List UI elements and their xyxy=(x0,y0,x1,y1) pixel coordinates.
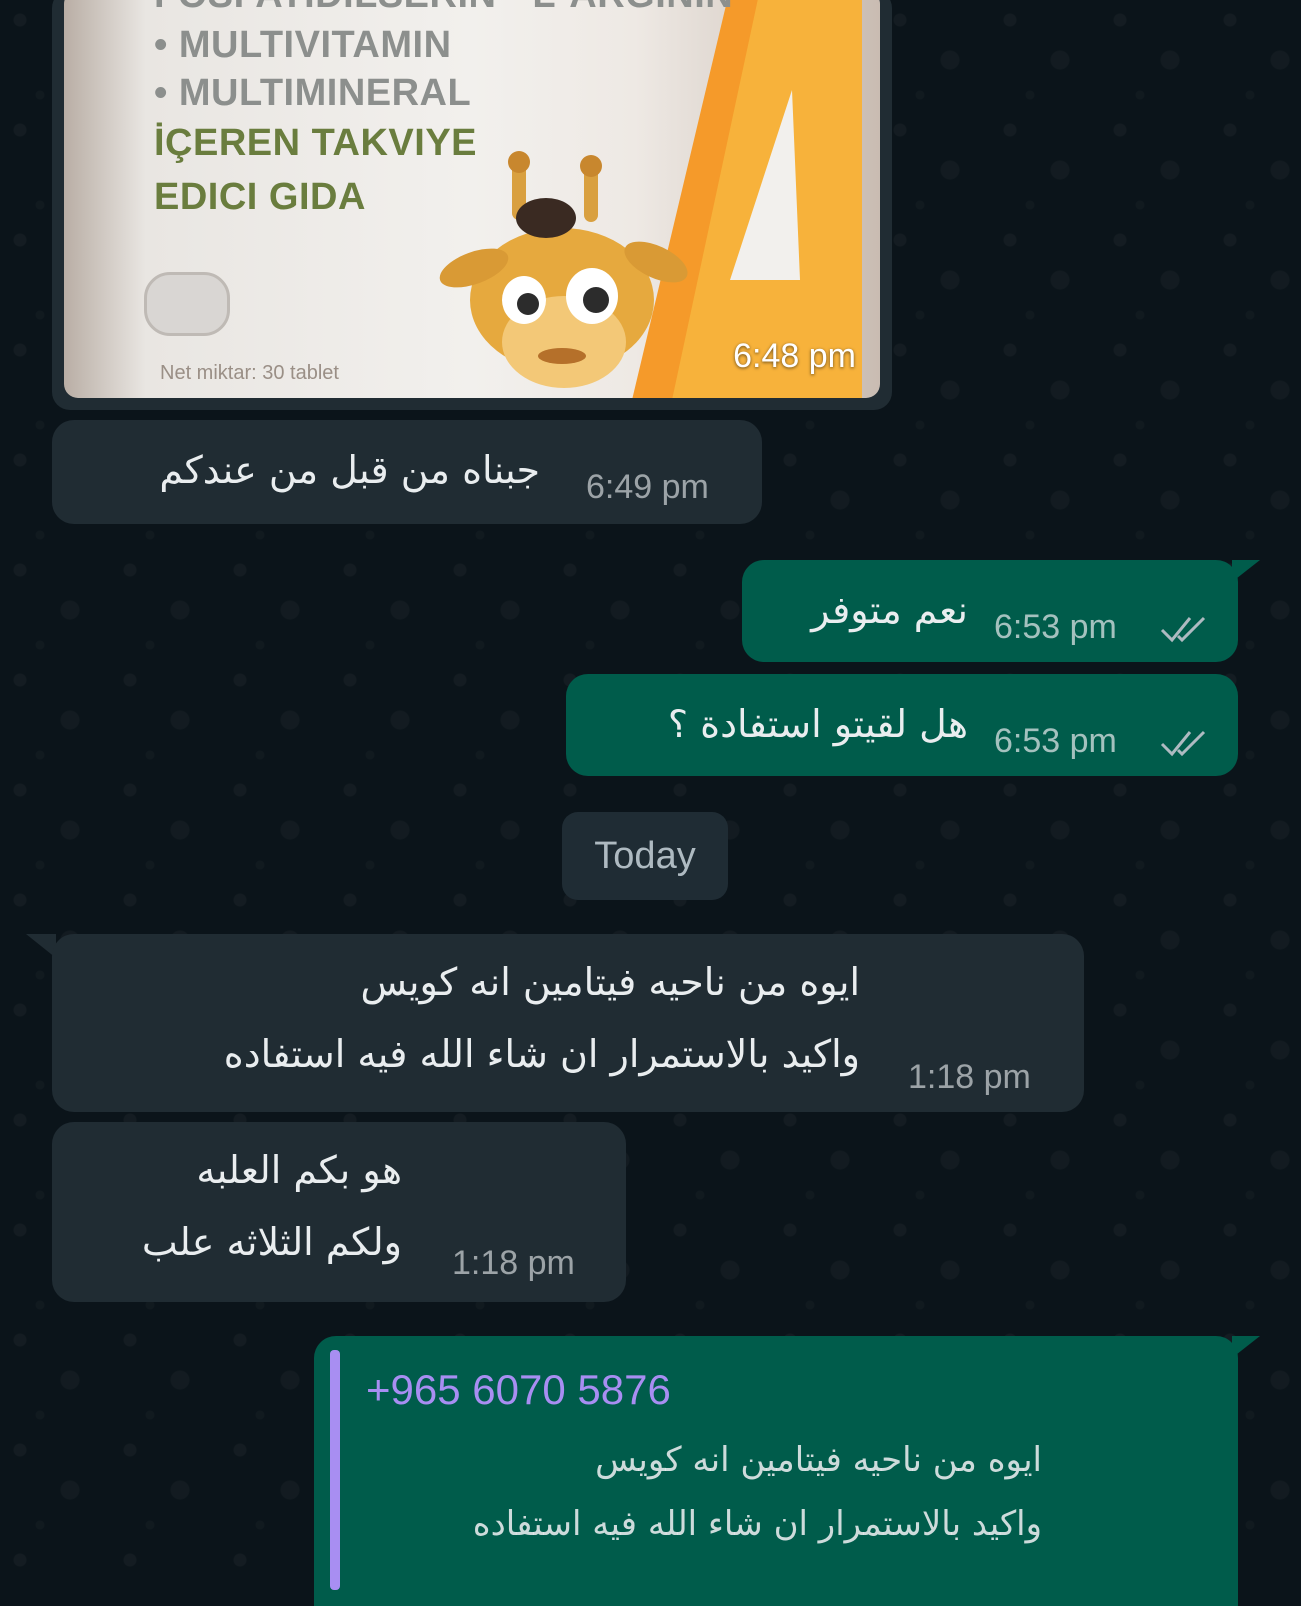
outgoing-message-bubble[interactable]: نعم متوفر 6:53 pm xyxy=(742,560,1238,662)
outgoing-bubble-tail xyxy=(1232,1336,1260,1358)
bottle-line-4: İÇEREN TAKVIYE xyxy=(154,122,478,164)
quoted-message-text[interactable]: ايوه من ناحيه فيتامين انه كويس واكيد بال… xyxy=(366,1428,1042,1556)
message-text: ايوه من ناحيه فيتامين انه كويس واكيد بال… xyxy=(223,960,860,1076)
message-time: 6:53 pm xyxy=(994,608,1117,646)
bottle-line-5: EDICI GIDA xyxy=(154,176,366,218)
bottle-line-3: • MULTIMINERAL xyxy=(154,72,472,114)
message-time: 1:18 pm xyxy=(452,1244,575,1282)
incoming-message-bubble[interactable]: ايوه من ناحيه فيتامين انه كويس واكيد بال… xyxy=(52,934,1084,1112)
tablet-icon xyxy=(144,272,230,336)
date-divider: Today xyxy=(562,812,728,900)
quoted-message-accent-bar xyxy=(330,1350,340,1590)
message-text: نعم متوفر xyxy=(811,588,968,632)
incoming-message-bubble[interactable]: هو بكم العلبه ولكم الثلاثه علب 1:18 pm xyxy=(52,1122,626,1302)
supplement-bottle-photo[interactable]: FOSFATIDILSERIN • L-ARGININ • MULTIVITAM… xyxy=(64,0,880,398)
bottle-line-2: • MULTIVITAMIN xyxy=(154,24,452,66)
message-text: هو بكم العلبه ولكم الثلاثه علب xyxy=(141,1148,402,1264)
giraffe-mascot-icon xyxy=(439,151,688,388)
message-text: جبناه من قبل من عندكم xyxy=(159,448,540,492)
message-time: 1:18 pm xyxy=(908,1058,1031,1096)
outgoing-bubble-tail xyxy=(1232,560,1260,582)
quoted-message-author[interactable]: +965 6070 5876 xyxy=(366,1366,671,1414)
image-message-bubble[interactable]: FOSFATIDILSERIN • L-ARGININ • MULTIVITAM… xyxy=(52,0,892,410)
message-text: هل لقيتو استفادة ؟ xyxy=(667,702,968,746)
bottle-net-amount: Net miktar: 30 tablet xyxy=(160,362,339,384)
message-time: 6:53 pm xyxy=(994,722,1117,760)
read-ticks-icon xyxy=(1160,616,1206,643)
incoming-message-bubble[interactable]: جبناه من قبل من عندكم 6:49 pm xyxy=(52,420,762,524)
outgoing-message-bubble[interactable]: هل لقيتو استفادة ؟ 6:53 pm xyxy=(566,674,1238,776)
bottle-line-1: FOSFATIDILSERIN • L-ARGININ xyxy=(154,0,733,17)
read-ticks-icon xyxy=(1160,730,1206,757)
message-time: 6:49 pm xyxy=(586,468,709,506)
image-message-time: 6:48 pm xyxy=(733,337,856,375)
